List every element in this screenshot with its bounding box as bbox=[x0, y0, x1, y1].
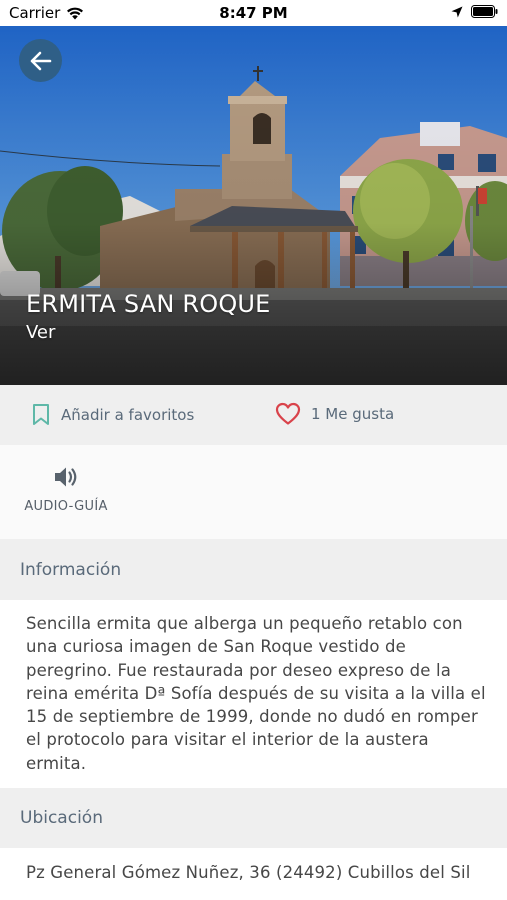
page-title: ERMITA SAN ROQUE bbox=[26, 290, 271, 318]
info-section-header: Información bbox=[0, 539, 507, 600]
location-header-label: Ubicación bbox=[20, 808, 103, 828]
back-button[interactable] bbox=[19, 39, 62, 82]
add-favorite-button[interactable]: Añadir a favoritos bbox=[31, 403, 194, 427]
status-time: 8:47 PM bbox=[219, 4, 288, 22]
bookmark-icon bbox=[33, 404, 49, 425]
actions-bar: Añadir a favoritos 1 Me gusta bbox=[0, 385, 507, 445]
info-header-label: Información bbox=[20, 559, 122, 580]
audio-guide-button[interactable]: AUDIO-GUÍA bbox=[20, 465, 112, 514]
location-address: Pz General Gómez Nuñez, 36 (24492) Cubil… bbox=[26, 863, 471, 882]
arrow-left-icon bbox=[30, 51, 51, 70]
info-description: Sencilla ermita que alberga un pequeño r… bbox=[26, 614, 486, 773]
heart-icon bbox=[275, 402, 301, 425]
status-bar: Carrier 8:47 PM bbox=[0, 0, 507, 26]
status-right bbox=[451, 5, 498, 18]
add-favorite-label: Añadir a favoritos bbox=[61, 406, 195, 424]
battery-icon bbox=[471, 5, 498, 18]
audio-guide-label: AUDIO-GUÍA bbox=[24, 499, 108, 514]
audio-guide-section: AUDIO-GUÍA bbox=[0, 445, 507, 539]
view-link[interactable]: Ver bbox=[26, 322, 55, 343]
hero-photo bbox=[0, 26, 507, 385]
location-arrow-icon bbox=[451, 6, 463, 17]
location-section-header: Ubicación bbox=[0, 788, 507, 848]
like-count-label: 1 Me gusta bbox=[311, 405, 395, 423]
hero-image: ERMITA SAN ROQUE Ver bbox=[0, 26, 507, 385]
like-button[interactable]: 1 Me gusta bbox=[275, 402, 394, 426]
speaker-icon bbox=[55, 467, 77, 487]
